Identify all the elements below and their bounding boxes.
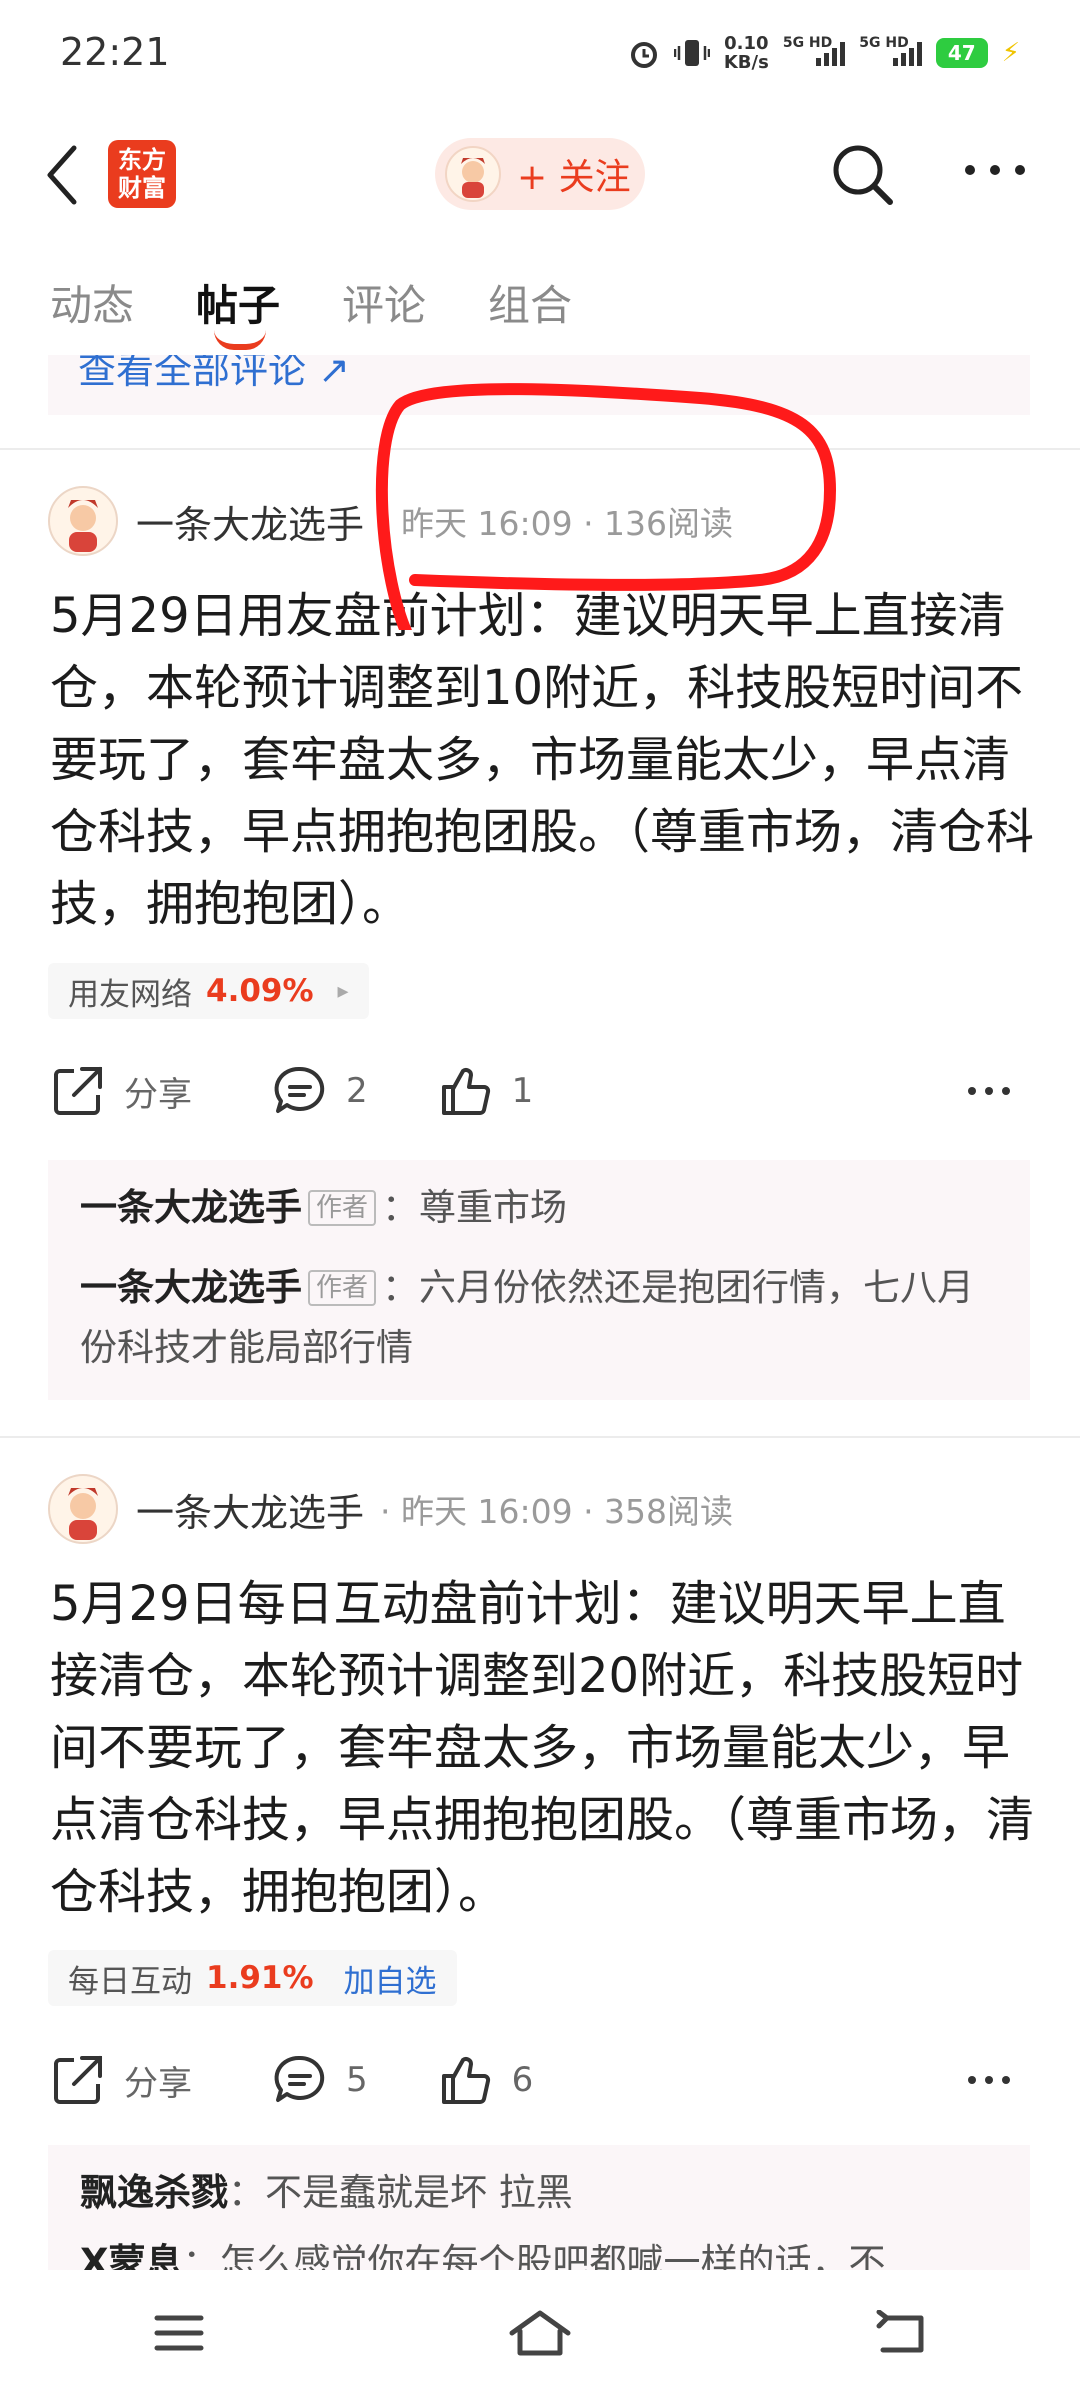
comment-icon bbox=[274, 2055, 325, 2102]
app-logo: 东方 财富 bbox=[108, 140, 176, 208]
post-body[interactable]: 5月29日每日互动盘前计划：建议明天早上直接清仓，本轮预计调整到20附近，科技股… bbox=[50, 1568, 1040, 1928]
commenter-name[interactable]: 飘逸杀戮 bbox=[80, 2171, 228, 2214]
status-icons: 0.10 KB/s 5G HD 5G HD 47 ⚡ bbox=[628, 34, 1020, 72]
comment-icon bbox=[274, 1066, 325, 1113]
share-icon bbox=[54, 2056, 102, 2104]
stock-change: 1.91% bbox=[206, 1960, 314, 1996]
battery-icon: 47 bbox=[935, 38, 988, 68]
tab-comments[interactable]: 评论 bbox=[342, 272, 426, 333]
follow-label: + 关注 bbox=[517, 157, 631, 198]
avatar[interactable] bbox=[48, 1474, 118, 1544]
comment-button[interactable]: 2 bbox=[272, 1063, 368, 1119]
post-header: 一条大龙选手 · 昨天 16:09 · 358阅读 bbox=[48, 1474, 733, 1544]
add-watchlist-button[interactable]: 加自选 bbox=[344, 1956, 437, 2001]
stock-name: 用友网络 bbox=[68, 976, 192, 1013]
commenter-name[interactable]: X蒙息 bbox=[80, 2241, 183, 2270]
share-button[interactable]: 分享 bbox=[50, 2052, 192, 2108]
alarm-icon bbox=[630, 42, 657, 68]
like-count: 1 bbox=[511, 1071, 534, 1111]
post-actions: 分享 2 1 bbox=[50, 1056, 1030, 1126]
comment-line: 一条大龙选手 作者 ：尊重市场 bbox=[80, 1178, 998, 1238]
sim2-label: 5G HD bbox=[859, 35, 909, 51]
comment-preview[interactable]: 一条大龙选手 作者 ：尊重市场 一条大龙选手 作者 ：六月份依然还是抱团行情，七八月份科… bbox=[48, 1160, 1030, 1400]
thumbs-up-icon bbox=[441, 2057, 490, 2104]
red-annotation-circle bbox=[375, 383, 837, 630]
share-label: 分享 bbox=[124, 1074, 192, 1115]
avatar[interactable] bbox=[48, 486, 118, 556]
comment-text: ：怎么感觉你在每个股吧都喊一样的话，不 bbox=[182, 2241, 886, 2270]
comment-count: 2 bbox=[346, 1071, 368, 1111]
post-actions: 分享 5 6 bbox=[50, 2045, 1030, 2115]
like-count: 6 bbox=[511, 2060, 534, 2100]
divider bbox=[0, 1436, 1080, 1438]
back-icon[interactable] bbox=[40, 140, 90, 210]
comment-line: 一条大龙选手 作者 ：六月份依然还是抱团行情，七八月份科技才能局部行情 bbox=[80, 1258, 998, 1378]
stock-name: 每日互动 bbox=[68, 1963, 192, 2000]
post-body[interactable]: 5月29日用友盘前计划：建议明天早上直接清仓，本轮预计调整到10附近，科技股短时… bbox=[50, 580, 1040, 940]
commenter-name[interactable]: 一条大龙选手 bbox=[80, 1266, 302, 1309]
home-icon[interactable] bbox=[508, 2307, 572, 2363]
post-more-icon[interactable] bbox=[966, 1081, 1030, 1101]
post-more-icon[interactable] bbox=[966, 2070, 1030, 2090]
net-speed: 0.10 KB/s bbox=[723, 33, 769, 73]
menu-icon[interactable] bbox=[151, 2310, 207, 2360]
share-button[interactable]: 分享 bbox=[50, 1063, 192, 1119]
view-all-comments-link[interactable]: 查看全部评论 ↗ bbox=[78, 355, 350, 394]
stock-change: 4.09% bbox=[206, 973, 314, 1009]
author-name[interactable]: 一条大龙选手 bbox=[136, 494, 364, 549]
share-label: 分享 bbox=[124, 2063, 192, 2104]
comment-button[interactable]: 5 bbox=[272, 2052, 368, 2108]
thumbs-up-icon bbox=[441, 1068, 490, 1115]
back-nav-icon[interactable] bbox=[873, 2309, 929, 2360]
charging-icon: ⚡ bbox=[1001, 38, 1020, 68]
avatar bbox=[445, 146, 501, 202]
post-meta: · 昨天 16:09 · 358阅读 bbox=[380, 1492, 734, 1531]
author-name[interactable]: 一条大龙选手 bbox=[136, 1482, 364, 1537]
search-icon[interactable] bbox=[828, 140, 898, 210]
follow-button[interactable]: + 关注 bbox=[435, 138, 645, 210]
author-badge: 作者 bbox=[308, 1270, 377, 1306]
status-time: 22:21 bbox=[60, 30, 170, 74]
comment-line: 飘逸杀戮：不是蠢就是坏 拉黑 bbox=[80, 2163, 998, 2223]
active-tab-indicator bbox=[214, 330, 267, 350]
comment-text: ：尊重市场 bbox=[382, 1186, 568, 1229]
tab-posts[interactable]: 帖子 bbox=[196, 272, 280, 350]
like-button[interactable]: 6 bbox=[438, 2052, 534, 2108]
author-badge: 作者 bbox=[308, 1190, 377, 1226]
share-icon bbox=[54, 1067, 102, 1115]
comment-line: X蒙息：怎么感觉你在每个股吧都喊一样的话，不 bbox=[80, 2233, 998, 2270]
comment-count: 5 bbox=[346, 2060, 368, 2100]
commenter-name[interactable]: 一条大龙选手 bbox=[80, 1186, 302, 1229]
tab-dynamics[interactable]: 动态 bbox=[50, 272, 134, 333]
comment-preview[interactable]: 飘逸杀戮：不是蠢就是坏 拉黑 X蒙息：怎么感觉你在每个股吧都喊一样的话，不 bbox=[48, 2145, 1030, 2270]
vibrate-icon bbox=[673, 40, 710, 66]
like-button[interactable]: 1 bbox=[438, 1063, 534, 1119]
tab-portfolio[interactable]: 组合 bbox=[488, 272, 572, 333]
stock-tag[interactable]: 用友网络 4.09% ▸ bbox=[48, 963, 369, 1019]
profile-tabs: 动态 帖子 评论 组合 bbox=[50, 272, 634, 350]
sim1-label: 5G HD bbox=[782, 35, 833, 51]
expand-arrow-icon: ▸ bbox=[337, 978, 349, 1004]
stock-tag[interactable]: 每日互动 1.91% 加自选 bbox=[48, 1950, 457, 2006]
comment-text: ：不是蠢就是坏 拉黑 bbox=[228, 2171, 573, 2214]
more-icon[interactable] bbox=[960, 150, 1030, 190]
system-nav-bar bbox=[0, 2270, 1080, 2400]
